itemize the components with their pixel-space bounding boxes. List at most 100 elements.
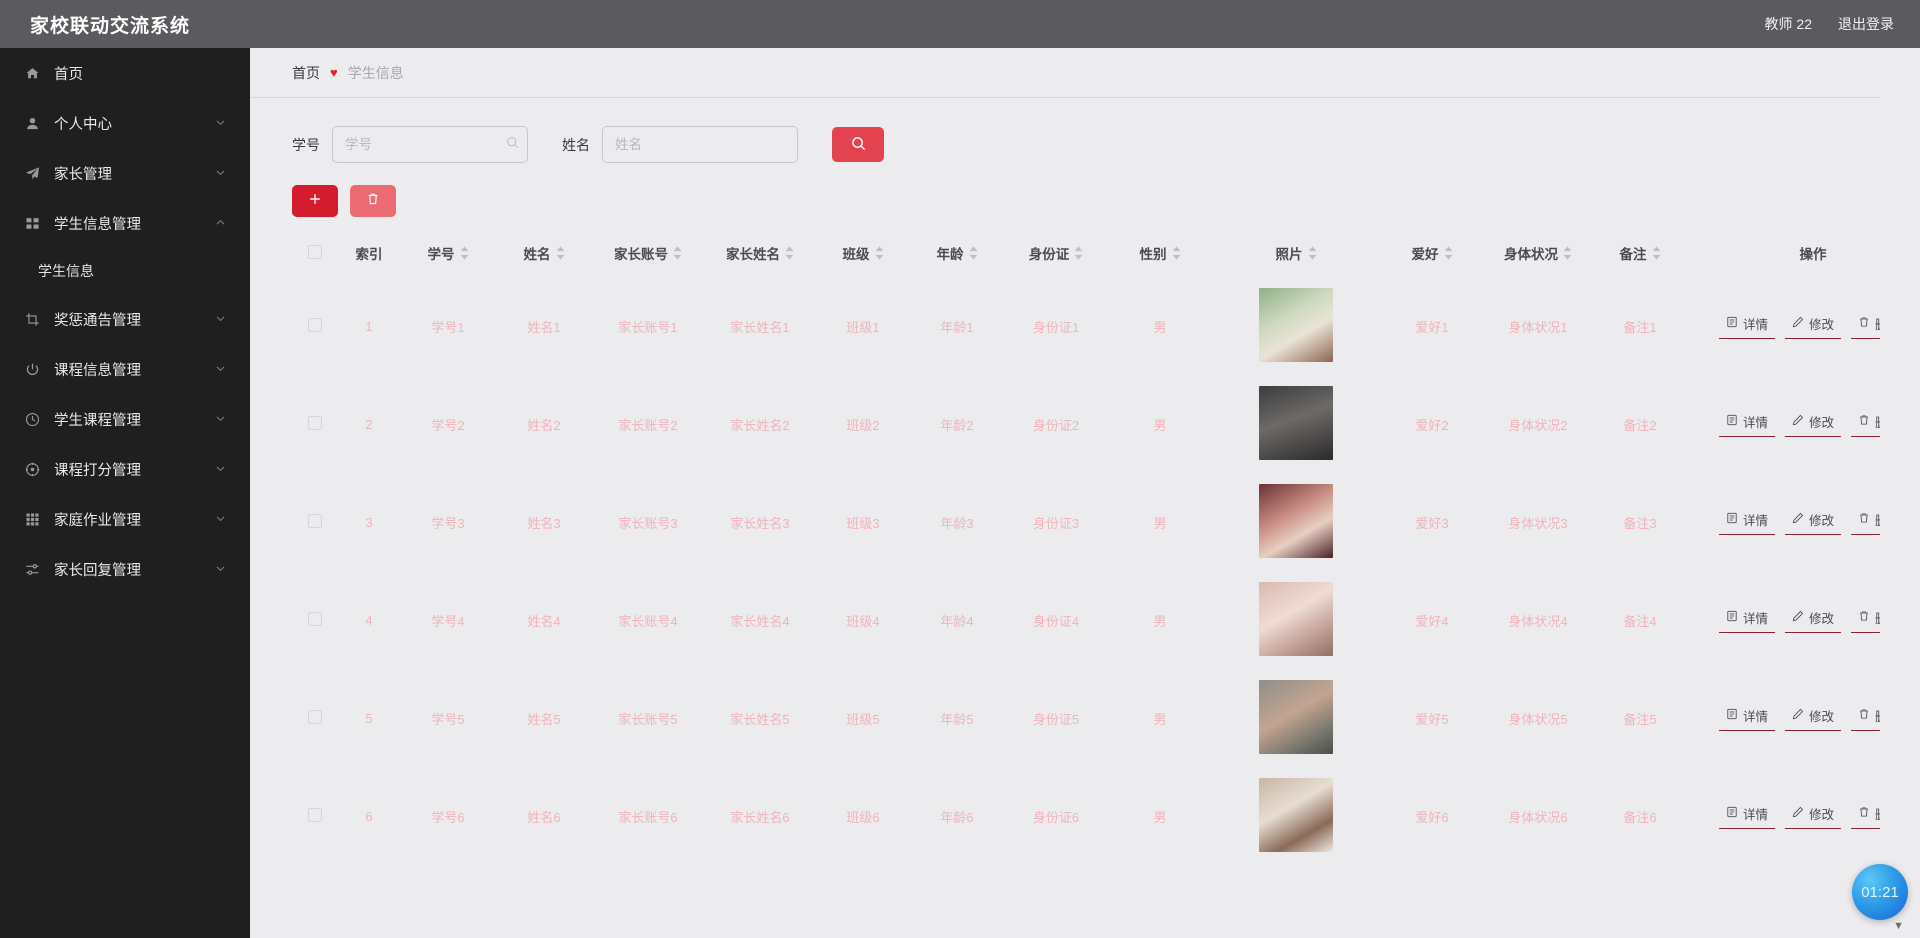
row-checkbox[interactable]	[308, 415, 322, 430]
search-button[interactable]	[832, 127, 884, 162]
column-header-jzzh[interactable]: 家长账号	[592, 235, 704, 277]
cell-xuehao: 学号5	[400, 669, 496, 767]
chevron-down-icon[interactable]	[214, 116, 228, 130]
row-op-underline	[1785, 533, 1841, 535]
chevron-down-icon[interactable]	[214, 462, 228, 476]
row-checkbox[interactable]	[308, 807, 322, 822]
logout-button[interactable]: 退出登录	[1838, 14, 1894, 34]
sort-toggle-icon[interactable]	[1172, 246, 1181, 260]
column-header-shenfen[interactable]: 身份证	[1004, 235, 1108, 277]
student-photo[interactable]	[1259, 287, 1333, 362]
search-input-xingming[interactable]	[602, 126, 798, 163]
row-op-删除[interactable]: 删除	[1851, 314, 1880, 339]
row-op-删除[interactable]: 删除	[1851, 804, 1880, 829]
column-header-xingbie[interactable]: 性别	[1108, 235, 1212, 277]
row-checkbox-cell	[292, 473, 338, 571]
student-photo[interactable]	[1259, 777, 1333, 852]
cell-value: 身体状况1	[1508, 319, 1568, 335]
row-op-修改[interactable]: 修改	[1785, 412, 1841, 437]
student-photo[interactable]	[1259, 385, 1333, 460]
cell-xingbie: 男	[1108, 571, 1212, 669]
row-op-详情[interactable]: 详情	[1719, 804, 1775, 829]
batch-delete-button[interactable]	[350, 185, 396, 217]
sort-toggle-icon[interactable]	[969, 246, 978, 260]
row-op-修改[interactable]: 修改	[1785, 804, 1841, 829]
student-photo[interactable]	[1259, 679, 1333, 754]
column-header-label: 年龄	[936, 247, 964, 262]
sidebar-item-7[interactable]: 学生课程管理	[0, 394, 250, 444]
column-header-zhaopian[interactable]: 照片	[1212, 235, 1380, 277]
sidebar-item-1[interactable]: 个人中心	[0, 98, 250, 148]
row-checkbox[interactable]	[308, 709, 322, 724]
column-header-banji[interactable]: 班级	[816, 235, 910, 277]
select-all-checkbox[interactable]	[308, 244, 322, 259]
row-op-详情[interactable]: 详情	[1719, 412, 1775, 437]
sort-toggle-icon[interactable]	[1308, 246, 1317, 260]
row-op-删除[interactable]: 删除	[1851, 608, 1880, 633]
sort-toggle-icon[interactable]	[1652, 246, 1661, 260]
sidebar-item-4[interactable]: 学生信息	[0, 248, 250, 294]
sort-toggle-icon[interactable]	[1444, 246, 1453, 260]
row-op-修改[interactable]: 修改	[1785, 608, 1841, 633]
row-op-underline	[1719, 435, 1775, 437]
row-op-详情[interactable]: 详情	[1719, 706, 1775, 731]
chevron-down-icon[interactable]	[214, 312, 228, 326]
chevron-down-icon[interactable]	[214, 512, 228, 526]
sidebar-item-10[interactable]: 家长回复管理	[0, 544, 250, 594]
row-checkbox[interactable]	[308, 513, 322, 528]
sort-toggle-icon[interactable]	[673, 246, 682, 260]
add-button[interactable]	[292, 185, 338, 217]
timer-value: 01:21	[1861, 883, 1899, 901]
column-header-xuehao[interactable]: 学号	[400, 235, 496, 277]
cell-value: 年龄5	[940, 711, 974, 727]
column-header-xingming[interactable]: 姓名	[496, 235, 592, 277]
sidebar-item-8[interactable]: 课程打分管理	[0, 444, 250, 494]
sort-toggle-icon[interactable]	[460, 246, 469, 260]
student-photo[interactable]	[1259, 483, 1333, 558]
chevron-up-icon[interactable]	[214, 216, 228, 230]
sidebar-item-3[interactable]: 学生信息管理	[0, 198, 250, 248]
row-op-删除[interactable]: 删除	[1851, 412, 1880, 437]
column-header-nianling[interactable]: 年龄	[910, 235, 1004, 277]
search-input-xuehao[interactable]	[332, 126, 528, 163]
cell-xingming: 姓名3	[496, 473, 592, 571]
column-header-stzk[interactable]: 身体状况	[1484, 235, 1592, 277]
sort-toggle-icon[interactable]	[556, 246, 565, 260]
table-row: 2 学号2 姓名2 家长账号2 家长姓名2 班级2 年龄2 身份证2 男 爱好2 身体状况2 备注2 详…	[292, 375, 1880, 473]
row-op-修改[interactable]: 修改	[1785, 706, 1841, 731]
chevron-down-icon[interactable]	[214, 362, 228, 376]
sort-toggle-icon[interactable]	[1074, 246, 1083, 260]
sidebar-item-0[interactable]: 首页	[0, 48, 250, 98]
row-checkbox[interactable]	[308, 611, 322, 626]
sort-toggle-icon[interactable]	[785, 246, 794, 260]
sidebar-item-6[interactable]: 课程信息管理	[0, 344, 250, 394]
breadcrumb-home[interactable]: 首页	[292, 63, 320, 83]
column-header-jzxm[interactable]: 家长姓名	[704, 235, 816, 277]
student-table-container[interactable]: 索引 学号 姓名 家长账号 家长姓名 班级 年龄 身份证 性别 照片 爱好 身体状况 备注 操作 1 学号1…	[292, 235, 1880, 935]
row-checkbox[interactable]	[308, 317, 322, 332]
row-op-修改[interactable]: 修改	[1785, 510, 1841, 535]
row-op-详情[interactable]: 详情	[1719, 314, 1775, 339]
sort-toggle-icon[interactable]	[1563, 246, 1572, 260]
column-header-aihao[interactable]: 爱好	[1380, 235, 1484, 277]
row-op-label: 详情	[1742, 807, 1768, 822]
scroll-down-caret-icon[interactable]: ▼	[1893, 920, 1904, 932]
floating-timer-badge[interactable]: 01:21	[1852, 864, 1908, 920]
row-op-删除[interactable]: 删除	[1851, 706, 1880, 731]
sidebar-item-2[interactable]: 家长管理	[0, 148, 250, 198]
student-photo[interactable]	[1259, 581, 1333, 656]
cell-beizhu: 备注1	[1592, 277, 1688, 375]
chevron-down-icon[interactable]	[214, 166, 228, 180]
chevron-down-icon[interactable]	[214, 562, 228, 576]
sidebar-item-label: 学生课程管理	[54, 412, 141, 429]
row-op-删除[interactable]: 删除	[1851, 510, 1880, 535]
column-header-beizhu[interactable]: 备注	[1592, 235, 1688, 277]
cell-stzk: 身体状况6	[1484, 767, 1592, 865]
row-op-详情[interactable]: 详情	[1719, 608, 1775, 633]
row-op-修改[interactable]: 修改	[1785, 314, 1841, 339]
sort-toggle-icon[interactable]	[875, 246, 884, 260]
sidebar-item-9[interactable]: 家庭作业管理	[0, 494, 250, 544]
sidebar-item-5[interactable]: 奖惩通告管理	[0, 294, 250, 344]
chevron-down-icon[interactable]	[214, 412, 228, 426]
row-op-详情[interactable]: 详情	[1719, 510, 1775, 535]
